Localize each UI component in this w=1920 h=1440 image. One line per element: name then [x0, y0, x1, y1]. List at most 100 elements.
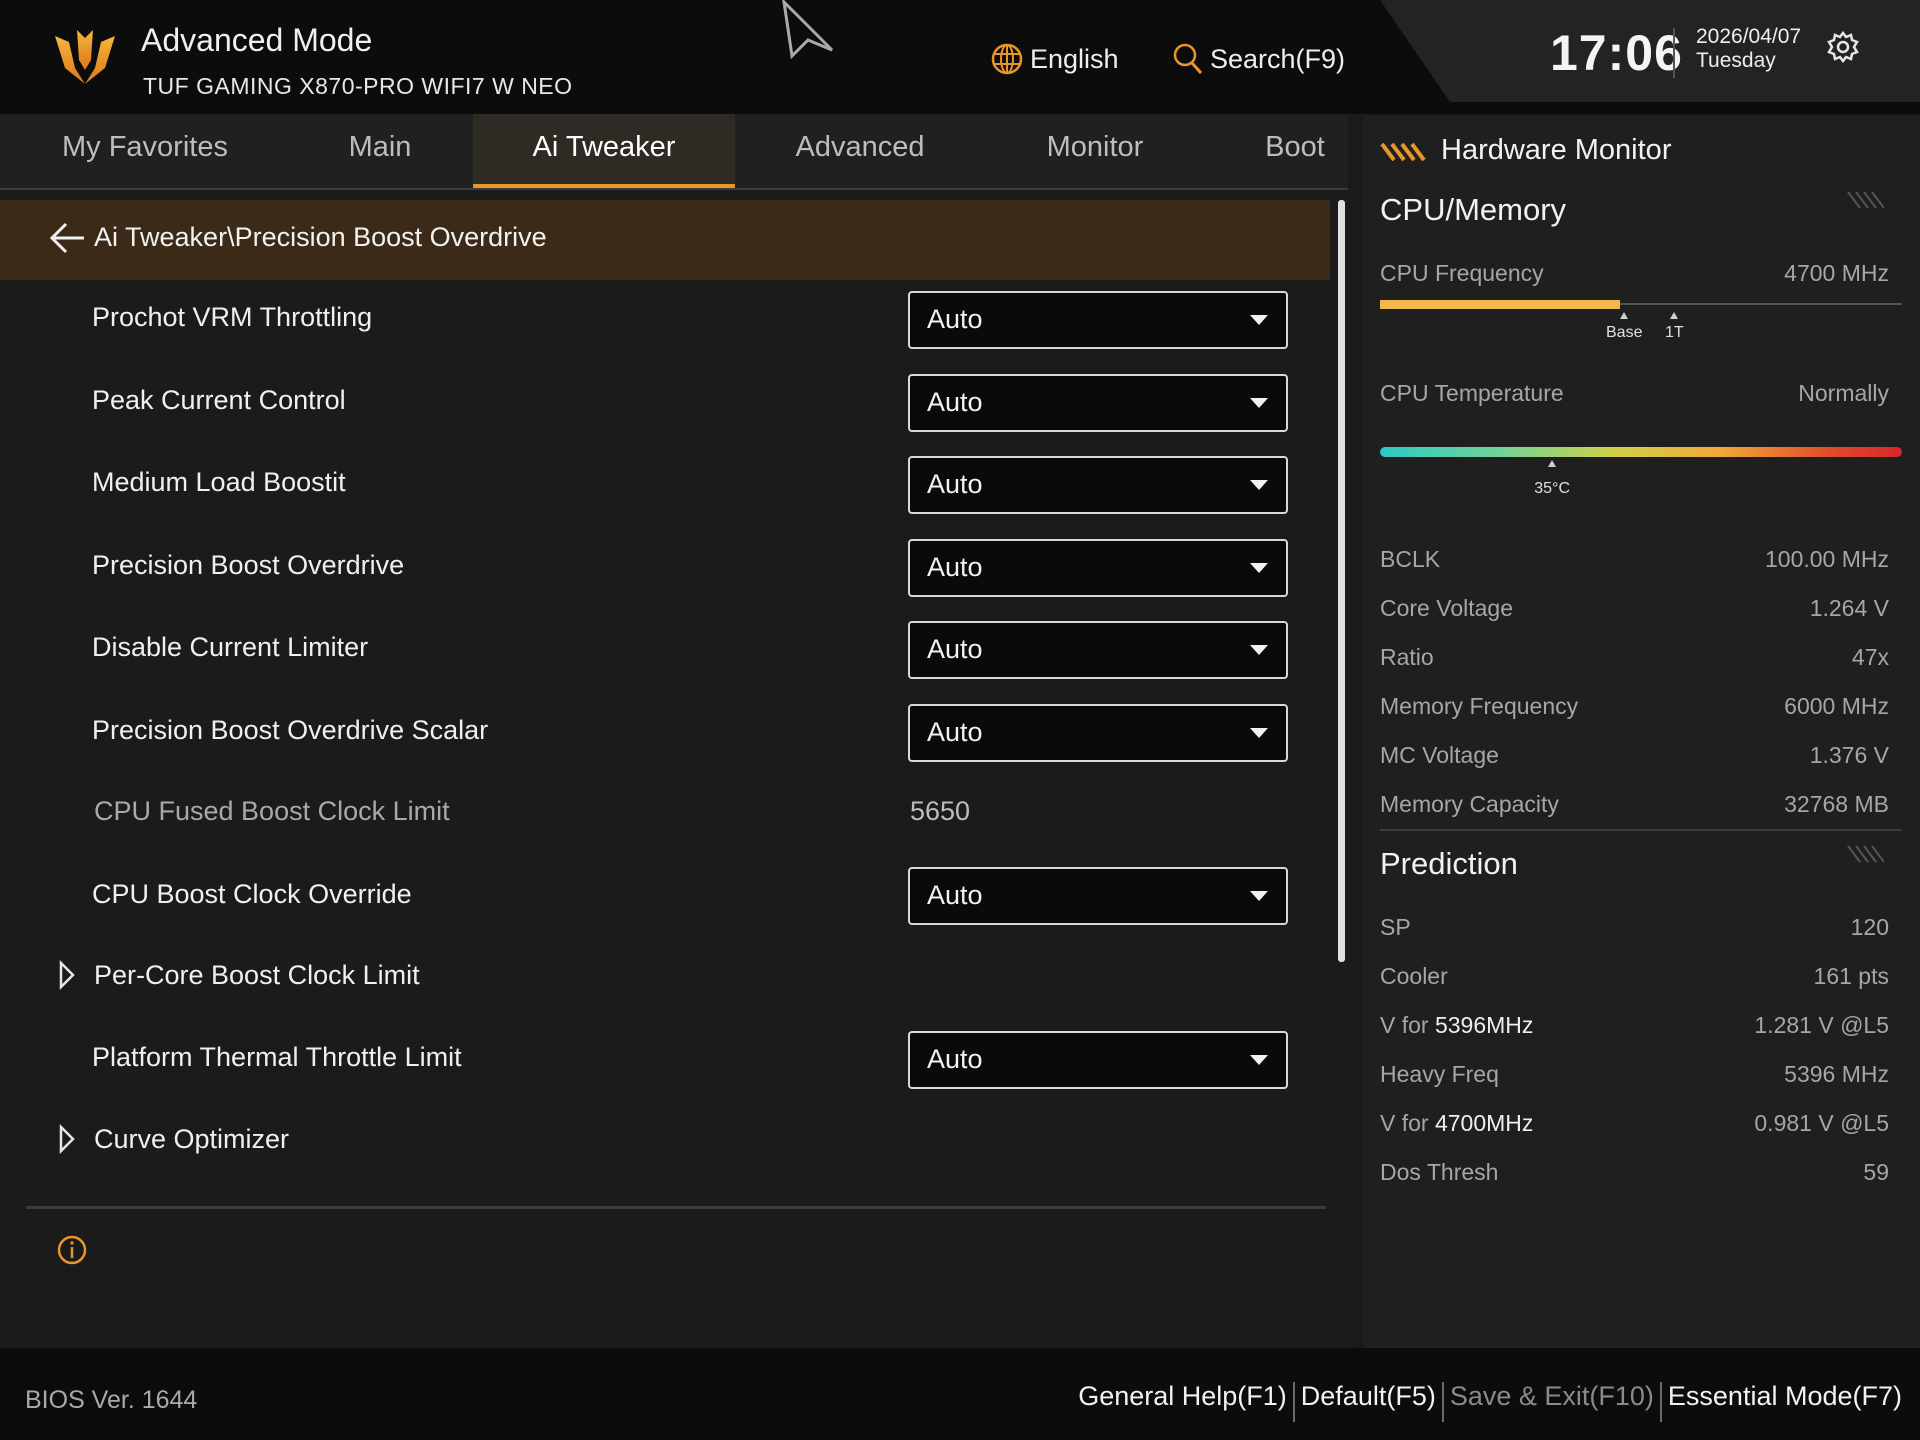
stat-value: 120 — [1850, 914, 1889, 940]
dropdown-value: Auto — [927, 1044, 983, 1074]
stat-label: SP — [1380, 914, 1411, 940]
onet-marker-icon — [1670, 312, 1678, 319]
section-stripes-icon — [1847, 845, 1884, 863]
cpu-frequency-bar — [1380, 300, 1621, 309]
tab-monitor[interactable]: Monitor — [1020, 114, 1170, 188]
tab-main[interactable]: Main — [310, 114, 450, 188]
tab-advanced[interactable]: Advanced — [770, 114, 950, 188]
stat-value: 4700 MHz — [1784, 260, 1889, 286]
setting-label: Medium Load Boostit — [92, 467, 346, 497]
default-button[interactable]: Default(F5) — [1301, 1381, 1436, 1412]
dropdown-value: Auto — [927, 717, 983, 747]
submenu-per-core-boost-clock-limit[interactable]: Per-Core Boost Clock Limit — [94, 960, 420, 991]
stat-label: Memory Capacity — [1380, 791, 1559, 817]
dropdown-caret-icon — [1250, 891, 1268, 901]
setting-label: Precision Boost Overdrive Scalar — [92, 715, 489, 745]
dropdown-caret-icon — [1250, 315, 1268, 325]
stat-label: Memory Frequency — [1380, 693, 1579, 719]
mode-title: Advanced Mode — [141, 22, 373, 58]
essential-mode-button[interactable]: Essential Mode(F7) — [1668, 1381, 1902, 1412]
language-button[interactable]: English — [990, 42, 1119, 76]
hardware-monitor-title: Hardware Monitor — [1441, 134, 1672, 166]
stat-label: Ratio — [1380, 644, 1434, 670]
mouse-cursor-icon — [782, 0, 834, 60]
footer-divider — [1292, 1382, 1295, 1422]
prediction-title: Prediction — [1380, 846, 1518, 881]
submenu-curve-optimizer[interactable]: Curve Optimizer — [94, 1124, 289, 1155]
info-icon — [57, 1235, 87, 1265]
setting-dropdown[interactable]: Auto — [908, 704, 1288, 762]
stat-value: 59 — [1863, 1159, 1889, 1185]
main-tab-bar: My Favorites Main Ai Tweaker Advanced Mo… — [0, 114, 1348, 190]
setting-dropdown[interactable]: Auto — [908, 621, 1288, 679]
date-label: 2026/04/07 — [1696, 25, 1802, 48]
settings-panel — [0, 190, 1348, 1348]
dropdown-caret-icon — [1250, 398, 1268, 408]
stat-label: V for 5396MHz — [1380, 1012, 1533, 1039]
setting-label: Prochot VRM Throttling — [92, 302, 373, 332]
board-model: TUF GAMING X870-PRO WIFI7 W NEO — [143, 73, 573, 99]
dropdown-value: Auto — [927, 304, 983, 334]
dropdown-value: Auto — [927, 469, 983, 499]
stat-value: 100.00 MHz — [1764, 546, 1889, 572]
bios-version: BIOS Ver. 1644 — [25, 1386, 198, 1414]
temperature-reading: 35°C — [1534, 480, 1570, 497]
stat-value: 47x — [1851, 644, 1889, 670]
cpu-temperature-gauge — [1380, 447, 1902, 457]
save-exit-button[interactable]: Save & Exit(F10) — [1450, 1381, 1654, 1412]
stat-value: 1.376 V — [1809, 742, 1889, 768]
setting-dropdown[interactable]: Auto — [908, 539, 1288, 597]
setting-label: Precision Boost Overdrive — [92, 550, 405, 580]
help-divider — [26, 1206, 1326, 1209]
setting-dropdown[interactable]: Auto — [908, 1031, 1288, 1089]
section-stripes-icon — [1847, 191, 1884, 209]
clock-date: 2026/04/07 Tuesday — [1696, 25, 1801, 73]
footer-divider — [1441, 1382, 1444, 1422]
search-label: Search(F9) — [1210, 43, 1346, 74]
setting-dropdown[interactable]: Auto — [908, 374, 1288, 432]
clock-time: 17:06 — [1550, 25, 1683, 81]
stat-label-frequency: 4700MHz — [1434, 1110, 1534, 1136]
expand-arrow-icon[interactable] — [58, 960, 76, 990]
tuf-logo — [55, 30, 115, 84]
tab-my-favorites[interactable]: My Favorites — [40, 114, 250, 188]
stat-value: Normally — [1798, 380, 1889, 406]
weekday-label: Tuesday — [1696, 49, 1776, 72]
onet-marker-label: 1T — [1665, 324, 1684, 341]
back-arrow-icon[interactable] — [48, 220, 86, 256]
tab-boot[interactable]: Boot — [1240, 114, 1350, 188]
stat-label: Cooler — [1380, 963, 1448, 989]
setting-dropdown[interactable]: Auto — [908, 456, 1288, 514]
search-button[interactable]: Search(F9) — [1172, 42, 1345, 76]
setting-dropdown[interactable]: Auto — [908, 291, 1288, 349]
setting-dropdown[interactable]: Auto — [908, 867, 1288, 925]
settings-scrollbar[interactable] — [1338, 200, 1345, 962]
dropdown-value: Auto — [927, 387, 983, 417]
monitor-divider — [1380, 829, 1902, 831]
footer-divider — [1659, 1382, 1662, 1422]
breadcrumb-path: Ai Tweaker\Precision Boost Overdrive — [94, 222, 547, 252]
language-label: English — [1030, 43, 1119, 74]
stat-label: Heavy Freq — [1380, 1061, 1499, 1087]
stat-value: 5396 MHz — [1784, 1061, 1889, 1087]
base-marker-label: Base — [1606, 324, 1643, 341]
stat-value: 1.264 V — [1809, 595, 1889, 621]
dropdown-caret-icon — [1250, 1055, 1268, 1065]
setting-readonly-value: 5650 — [910, 796, 971, 826]
stat-label: BCLK — [1380, 546, 1441, 572]
stat-label: V for 4700MHz — [1380, 1110, 1533, 1137]
expand-arrow-icon[interactable] — [58, 1124, 76, 1154]
stat-value: 0.981 V @L5 — [1754, 1110, 1889, 1136]
dropdown-caret-icon — [1250, 480, 1268, 490]
setting-label: Platform Thermal Throttle Limit — [92, 1042, 462, 1072]
dropdown-caret-icon — [1250, 728, 1268, 738]
tab-ai-tweaker[interactable]: Ai Tweaker — [473, 114, 735, 188]
stat-label: MC Voltage — [1380, 742, 1499, 768]
stat-value: 32768 MB — [1784, 791, 1889, 817]
dropdown-value: Auto — [927, 634, 983, 664]
stat-value: 6000 MHz — [1784, 693, 1889, 719]
temperature-marker-icon — [1548, 460, 1557, 467]
gear-icon[interactable] — [1826, 30, 1860, 64]
general-help-button[interactable]: General Help(F1) — [1078, 1381, 1287, 1412]
base-marker-icon — [1620, 312, 1628, 319]
